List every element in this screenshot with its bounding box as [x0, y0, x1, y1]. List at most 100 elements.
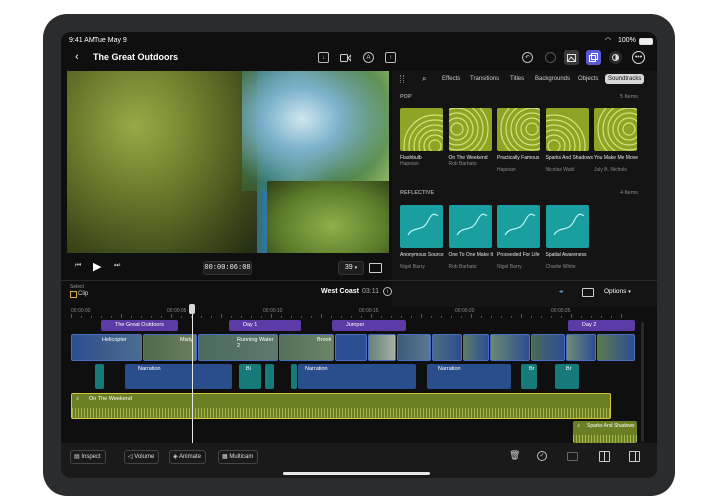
soundtrack-title: Spatial Awareness: [545, 252, 587, 258]
marker-the-great-outdoors[interactable]: The Great Outdoors: [101, 320, 178, 331]
clip-label[interactable]: Clip: [78, 291, 88, 297]
options-button[interactable]: Options ▾: [604, 288, 631, 295]
video-viewer[interactable]: [67, 71, 389, 253]
import-icon[interactable]: ↓: [318, 52, 329, 63]
marker-day-2[interactable]: Day 2: [568, 320, 635, 331]
tab-transitions[interactable]: Transitions: [467, 74, 502, 84]
detach-icon[interactable]: [599, 451, 610, 462]
aspect-ratio-icon[interactable]: [369, 263, 382, 273]
video-clip-misty[interactable]: Misty: [143, 334, 197, 361]
animate-button[interactable]: ◈ Animate: [169, 450, 206, 464]
tab-objects[interactable]: Objects: [575, 74, 601, 84]
tree-trunk: [67, 71, 257, 253]
play-icon[interactable]: ▶: [93, 260, 101, 273]
video-clip[interactable]: [566, 334, 596, 361]
check-icon[interactable]: ✓: [537, 451, 547, 461]
video-clip[interactable]: [432, 334, 462, 361]
marker-jumper[interactable]: Jumper: [332, 320, 406, 331]
project-title: The Great Outdoors: [93, 52, 179, 62]
project-duration: 03:11: [362, 288, 379, 295]
video-clip[interactable]: [597, 334, 635, 361]
playhead[interactable]: [192, 305, 193, 445]
soundtrack-artist: Nicolas Wahl: [545, 167, 575, 173]
video-clip-brook[interactable]: Brook: [279, 334, 334, 361]
tab-soundtracks[interactable]: Soundtracks: [605, 74, 645, 84]
ruler-tick: [411, 316, 412, 318]
video-clip[interactable]: [335, 334, 367, 361]
zoom-level[interactable]: 39 ▾: [338, 261, 364, 275]
multicam-button[interactable]: ▦ Multicam: [218, 450, 259, 464]
soundtrack-thumbnail[interactable]: [594, 108, 637, 151]
video-clip[interactable]: [397, 334, 431, 361]
playhead-handle[interactable]: [189, 304, 195, 314]
ruler-tick: [501, 316, 502, 318]
tab-effects[interactable]: Effects: [439, 74, 463, 84]
video-clip[interactable]: [531, 334, 565, 361]
camera-icon[interactable]: [340, 52, 351, 63]
waveform: [573, 435, 637, 443]
more-icon[interactable]: •••: [632, 51, 645, 64]
ruler-tick: [261, 316, 262, 318]
drag-handle-icon[interactable]: [400, 75, 404, 83]
trash-icon[interactable]: 🗑: [509, 450, 520, 461]
soundtrack-artist: Nigel Barry: [497, 264, 522, 270]
info-icon[interactable]: i: [383, 287, 392, 296]
audio-clip-narration-1[interactable]: Narration: [125, 364, 232, 389]
volume-button[interactable]: ◁ Volume: [124, 450, 160, 464]
clip-label: Bi: [246, 366, 251, 372]
audio-clip-teal[interactable]: [291, 364, 297, 389]
soundtrack-thumbnail[interactable]: [497, 205, 540, 248]
soundtrack-thumbnail[interactable]: [545, 205, 589, 248]
soundtrack-thumbnail[interactable]: [497, 108, 540, 151]
clip-select-icon[interactable]: [70, 291, 77, 298]
ruler-timecode: 00:00:00: [71, 308, 91, 314]
soundtrack-thumbnail[interactable]: [545, 108, 589, 151]
soundtrack-thumbnail[interactable]: [400, 205, 443, 248]
audio-clip-narration-2[interactable]: Narration: [298, 364, 416, 389]
ruler-tick: [401, 316, 402, 318]
snapping-icon[interactable]: ⌖: [559, 287, 564, 297]
skip-forward-icon[interactable]: ⏭: [114, 262, 120, 270]
tab-backgrounds[interactable]: Backgrounds: [532, 74, 573, 84]
ruler-tick: [111, 316, 112, 318]
ruler-tick: [311, 316, 312, 318]
soundtrack-thumbnail[interactable]: [400, 108, 443, 151]
voiceover-icon[interactable]: A: [363, 52, 374, 63]
music-clip-sparks-and-shadows[interactable]: ♪ Sparks And Shadows: [573, 421, 637, 443]
volume-label: Volume: [134, 454, 155, 460]
audio-clip-teal[interactable]: [265, 364, 274, 389]
sidebar-icon[interactable]: [629, 451, 640, 462]
audio-clip-br[interactable]: Br: [521, 364, 537, 389]
history-icon[interactable]: ↶: [522, 52, 533, 63]
marker-day-1[interactable]: Day 1: [229, 320, 301, 331]
video-clip-running-water[interactable]: Running Water 2: [198, 334, 278, 361]
clip-view-icon[interactable]: [582, 288, 594, 297]
video-clip[interactable]: [490, 334, 530, 361]
video-clip-helicopter[interactable]: Helicopter: [71, 334, 142, 361]
search-icon[interactable]: ⌕: [422, 74, 426, 84]
redo-icon[interactable]: [545, 52, 556, 63]
share-icon[interactable]: ↑: [385, 52, 396, 63]
skip-back-icon[interactable]: ⏮: [75, 262, 81, 270]
video-clip[interactable]: [368, 334, 396, 361]
audio-clip-teal[interactable]: [95, 364, 104, 389]
music-clip-on-the-weekend[interactable]: ♪ On The Weekend: [71, 393, 611, 419]
ruler-tick: [151, 316, 152, 318]
tab-titles[interactable]: Titles: [507, 74, 527, 84]
soundtrack-thumbnail[interactable]: [448, 205, 492, 248]
photos-icon[interactable]: [564, 50, 579, 65]
split-icon[interactable]: [567, 452, 578, 461]
timeline-scrollbar[interactable]: [641, 322, 644, 442]
audio-clip-br[interactable]: Br: [559, 364, 579, 389]
inspect-label: Inspect: [81, 454, 101, 460]
video-clip[interactable]: [463, 334, 489, 361]
soundtrack-thumbnail[interactable]: [448, 108, 492, 151]
audio-clip-narration-3[interactable]: Narration: [427, 364, 511, 389]
inspect-button[interactable]: ▤ Inspect: [70, 450, 106, 464]
inspector-icon[interactable]: [609, 51, 622, 64]
audio-clip-bi[interactable]: Bi: [239, 364, 261, 389]
back-chevron-icon[interactable]: ‹: [75, 51, 79, 63]
status-battery: 100%: [618, 37, 636, 44]
ruler-tick: [421, 314, 422, 318]
media-browser-icon[interactable]: [586, 50, 601, 65]
